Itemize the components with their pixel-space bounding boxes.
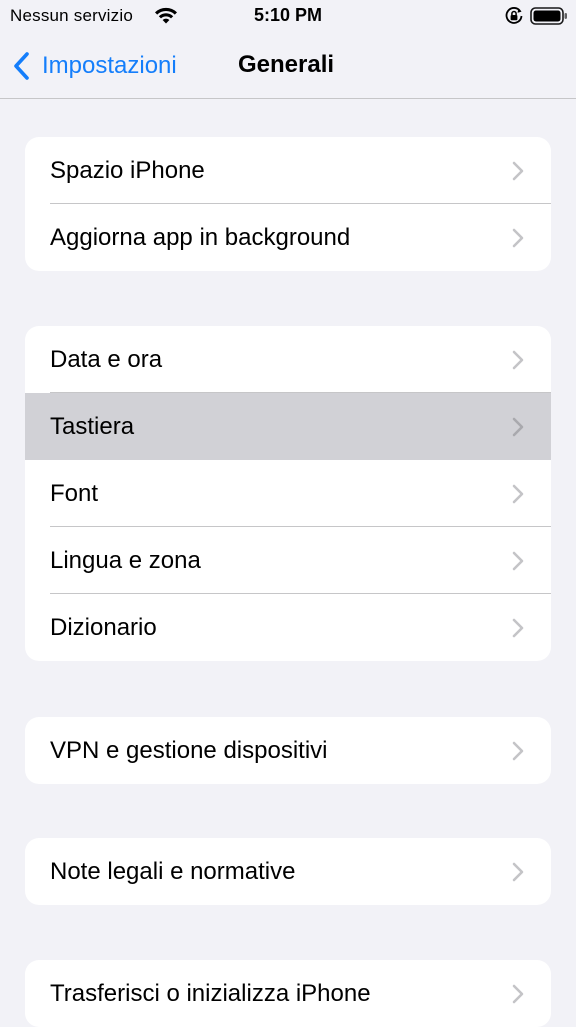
chevron-right-icon	[512, 551, 524, 571]
row-label: Font	[50, 480, 99, 507]
settings-group-vpn: VPN e gestione dispositivi	[25, 717, 551, 784]
row-data-e-ora[interactable]: Data e ora	[25, 326, 551, 393]
chevron-left-icon	[14, 52, 29, 80]
row-label: Spazio iPhone	[50, 157, 205, 184]
row-label: VPN e gestione dispositivi	[50, 737, 328, 764]
chevron-right-icon	[512, 161, 524, 181]
chevron-right-icon	[512, 862, 524, 882]
chevron-right-icon	[512, 741, 524, 761]
back-button[interactable]: Impostazioni	[10, 48, 177, 84]
row-label: Aggiorna app in background	[50, 224, 351, 251]
chevron-right-icon	[512, 228, 524, 248]
page-title: Generali	[238, 51, 335, 78]
chevron-right-icon	[512, 417, 524, 437]
chevron-right-icon	[512, 618, 524, 638]
back-button-label: Impostazioni	[42, 52, 177, 79]
row-font[interactable]: Font	[25, 460, 551, 527]
settings-group-storage: Spazio iPhone Aggiorna app in background	[25, 137, 551, 271]
row-label: Dizionario	[50, 614, 157, 641]
row-spazio-iphone[interactable]: Spazio iPhone	[25, 137, 551, 204]
chevron-right-icon	[512, 350, 524, 370]
chevron-right-icon	[512, 484, 524, 504]
navigation-bar: Impostazioni Generali	[0, 34, 576, 99]
row-label: Data e ora	[50, 346, 163, 373]
row-lingua-e-zona[interactable]: Lingua e zona	[25, 527, 551, 594]
row-label: Note legali e normative	[50, 858, 296, 885]
row-trasferisci[interactable]: Trasferisci o inizializza iPhone	[25, 960, 551, 1027]
row-dizionario[interactable]: Dizionario	[25, 594, 551, 661]
status-bar: Nessun servizio 5:10 PM	[0, 0, 576, 34]
settings-group-locale: Data e ora Tastiera Font Lingua e zona D…	[25, 326, 551, 661]
chevron-right-icon	[512, 984, 524, 1004]
orientation-lock-icon	[505, 7, 523, 24]
settings-group-legal: Note legali e normative	[25, 838, 551, 905]
row-label: Tastiera	[50, 413, 135, 440]
row-aggiorna-app[interactable]: Aggiorna app in background	[25, 204, 551, 271]
battery-icon	[530, 7, 567, 25]
settings-group-reset: Trasferisci o inizializza iPhone	[25, 960, 551, 1027]
row-tastiera[interactable]: Tastiera	[25, 393, 551, 460]
row-vpn[interactable]: VPN e gestione dispositivi	[25, 717, 551, 784]
row-note-legali[interactable]: Note legali e normative	[25, 838, 551, 905]
status-time: 5:10 PM	[253, 5, 323, 25]
row-label: Lingua e zona	[50, 547, 201, 574]
row-label: Trasferisci o inizializza iPhone	[50, 980, 371, 1007]
